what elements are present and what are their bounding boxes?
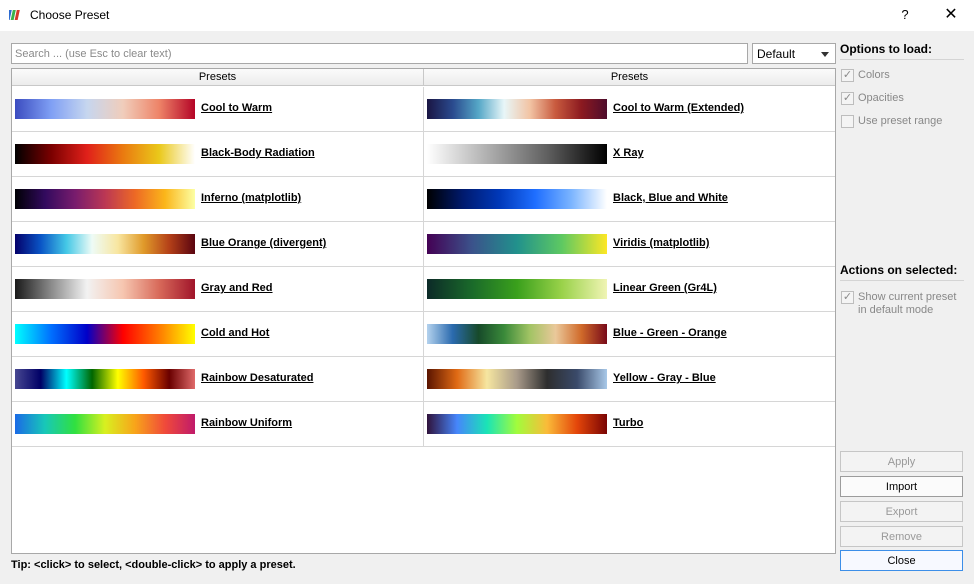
preset-name-label: Linear Green (Gr4L): [613, 282, 717, 294]
column-header-presets[interactable]: Presets: [12, 69, 424, 86]
chevron-down-icon: [821, 52, 829, 57]
preset-row-item[interactable]: Black-Body Radiation: [12, 132, 424, 177]
remove-button[interactable]: Remove: [840, 526, 963, 547]
checkmark-icon: ✓: [841, 69, 854, 82]
use-preset-range-label: Use preset range: [858, 115, 943, 127]
preset-name-label: Black-Body Radiation: [201, 147, 315, 159]
preset-row-item[interactable]: X Ray: [424, 132, 835, 177]
preset-name-label: Cool to Warm: [201, 102, 273, 114]
preset-name-label: Yellow - Gray - Blue: [613, 372, 716, 384]
preset-name-label: Viridis (matplotlib): [613, 237, 710, 249]
preset-row-item[interactable]: Blue - Green - Orange: [424, 312, 835, 357]
preset-row-item[interactable]: Rainbow Desaturated: [12, 357, 424, 402]
actions-on-selected-title: Actions on selected:: [840, 263, 958, 277]
preset-name-label: Gray and Red: [201, 282, 273, 294]
preset-colormap-swatch: [15, 189, 195, 209]
window-title: Choose Preset: [30, 8, 110, 22]
preset-filter-value: Default: [757, 47, 796, 61]
preset-row-item[interactable]: Gray and Red: [12, 267, 424, 312]
preset-row-item[interactable]: Black, Blue and White: [424, 177, 835, 222]
colors-checkbox-label: Colors: [858, 69, 890, 81]
preset-name-label: Cold and Hot: [201, 327, 270, 339]
preset-colormap-swatch: [427, 414, 607, 434]
preset-colormap-swatch: [427, 99, 607, 119]
preset-row-item[interactable]: Inferno (matplotlib): [12, 177, 424, 222]
options-to-load-title: Options to load:: [840, 42, 932, 56]
preset-name-label: Blue Orange (divergent): [201, 237, 327, 249]
checkmark-icon: ✓: [841, 291, 854, 304]
apply-button[interactable]: Apply: [840, 451, 963, 472]
preset-row-item[interactable]: Viridis (matplotlib): [424, 222, 835, 267]
opacities-checkbox-label: Opacities: [858, 92, 904, 104]
preset-colormap-swatch: [427, 189, 607, 209]
preset-name-label: Rainbow Desaturated: [201, 372, 314, 384]
help-button[interactable]: ?: [891, 4, 919, 26]
preset-name-label: Black, Blue and White: [613, 192, 728, 204]
preset-colormap-swatch: [15, 99, 195, 119]
preset-name-label: X Ray: [613, 147, 644, 159]
preset-colormap-swatch: [15, 234, 195, 254]
paraview-app-icon: [9, 10, 20, 20]
window-close-button[interactable]: ✕: [936, 4, 966, 26]
preset-colormap-swatch: [15, 324, 195, 344]
checkbox-empty: [841, 115, 854, 128]
title-bar: Choose Preset ? ✕: [0, 0, 974, 31]
divider: [840, 59, 964, 60]
preset-colormap-swatch: [15, 414, 195, 434]
preset-colormap-swatch: [427, 324, 607, 344]
import-button[interactable]: Import: [840, 476, 963, 497]
preset-name-label: Turbo: [613, 417, 644, 429]
preset-name-label: Inferno (matplotlib): [201, 192, 302, 204]
preset-row-item[interactable]: Cool to Warm: [12, 87, 424, 132]
preset-colormap-swatch: [15, 369, 195, 389]
preset-row-item[interactable]: Rainbow Uniform: [12, 402, 424, 447]
preset-colormap-swatch: [427, 279, 607, 299]
show-default-mode-label: Show current preset in default mode: [858, 291, 957, 316]
preset-row-item[interactable]: Yellow - Gray - Blue: [424, 357, 835, 402]
presets-table[interactable]: Presets Presets Cool to Warm Cool to Warm…: [11, 68, 836, 554]
preset-colormap-swatch: [427, 144, 607, 164]
preset-name-label: Blue - Green - Orange: [613, 327, 727, 339]
preset-row-item[interactable]: Linear Green (Gr4L): [424, 267, 835, 312]
export-button[interactable]: Export: [840, 501, 963, 522]
preset-colormap-swatch: [427, 369, 607, 389]
preset-filter-dropdown[interactable]: Default: [752, 43, 836, 64]
close-button[interactable]: Close: [840, 550, 963, 571]
preset-colormap-swatch: [15, 279, 195, 299]
preset-row-item[interactable]: Cold and Hot: [12, 312, 424, 357]
preset-colormap-swatch: [15, 144, 195, 164]
divider: [840, 280, 964, 281]
preset-name-label: Cool to Warm (Extended): [613, 102, 744, 114]
column-header-presets[interactable]: Presets: [424, 69, 835, 86]
preset-row-item[interactable]: Blue Orange (divergent): [12, 222, 424, 267]
checkmark-icon: ✓: [841, 92, 854, 105]
preset-colormap-swatch: [427, 234, 607, 254]
preset-row-item[interactable]: Turbo: [424, 402, 835, 447]
preset-name-label: Rainbow Uniform: [201, 417, 293, 429]
tip-text: Tip: <click> to select, <double-click> t…: [11, 559, 296, 571]
preset-row-item[interactable]: Cool to Warm (Extended): [424, 87, 835, 132]
search-input[interactable]: [11, 43, 748, 64]
